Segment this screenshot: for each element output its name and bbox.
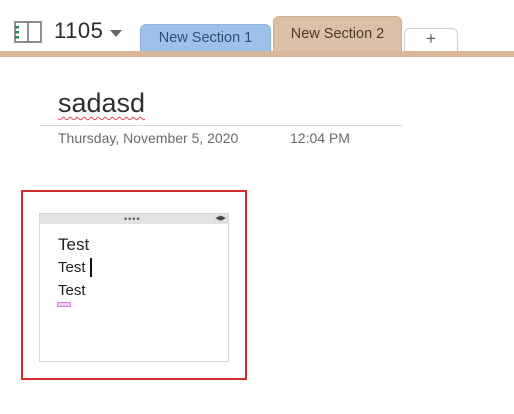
notebook-icon[interactable] [14,21,42,43]
move-handle-icon[interactable]: •••• [124,215,141,224]
notebook-header: 1105 New Section 1 New Section 2 + [0,0,514,54]
text-cursor [90,258,92,277]
chevron-down-icon[interactable] [110,30,122,37]
tab-new-section-2[interactable]: New Section 2 [273,16,402,52]
note-line[interactable]: Test [58,235,89,255]
notebook-name[interactable]: 1105 [54,18,103,44]
title-divider [40,125,402,126]
add-section-button[interactable]: + [404,28,458,51]
tab-label: New Section 1 [158,30,253,46]
page-date: Thursday, November 5, 2020 [58,130,239,146]
section-color-strip [0,51,514,57]
note-line[interactable]: Test [58,259,86,276]
note-line[interactable]: Test [58,282,86,299]
page-time: 12:04 PM [290,130,350,146]
note-container-handle[interactable]: •••• ◀▶ [40,214,228,224]
page-title[interactable]: sadasd [58,88,145,119]
resize-arrows-icon[interactable]: ◀▶ [215,215,226,223]
tab-label: New Section 2 [290,26,385,42]
ink-mark [57,302,71,307]
plus-icon: + [426,29,436,48]
note-container[interactable]: •••• ◀▶ Test Test Test [39,213,229,362]
tab-new-section-1[interactable]: New Section 1 [140,24,271,51]
